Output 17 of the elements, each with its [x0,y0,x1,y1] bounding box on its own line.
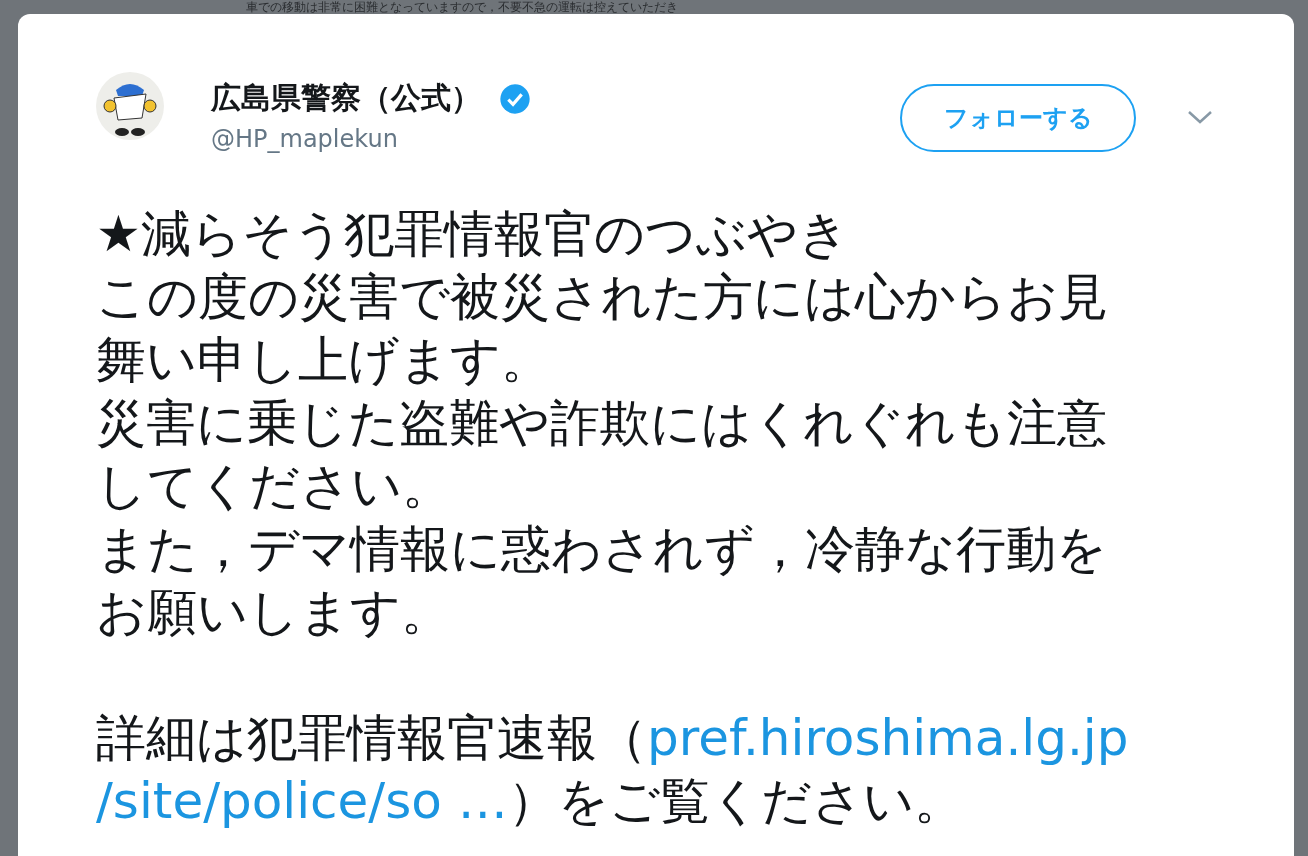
tweet-text: 災害に乗じた盗難や詐欺にはくれぐれも注意 [96,394,1107,452]
account-handle[interactable]: @HP_maplekun [211,125,531,153]
tweet-text: お願いします。 [96,583,451,641]
avatar-icon [96,72,164,140]
account-name[interactable]: 広島県警察（公式） [211,78,481,119]
tweet-text: この度の災害で被災された方には心からお見 [96,268,1108,326]
tweet-text: また，デマ情報に惑わされず，冷静な行動を [96,520,1107,578]
background-text: 車での移動は非常に困難となっていますので，不要不急の運転は控えていただき [245,0,679,14]
follow-button[interactable]: フォローする [900,84,1136,152]
link[interactable]: pref.hiroshima.lg.jp [647,709,1129,767]
tweet-text: 詳細は犯罪情報官速報（ [96,709,647,767]
tweet-text: 舞い申し上げます。 [96,331,551,389]
tweet-text: ）をご覧ください。 [507,772,964,830]
chevron-down-icon[interactable] [1186,108,1214,126]
link[interactable]: /site/police/so … [96,772,508,830]
tweet-text: してください。 [96,457,452,515]
tweet-text: ★減らそう犯罪情報官のつぶやき [96,205,849,263]
